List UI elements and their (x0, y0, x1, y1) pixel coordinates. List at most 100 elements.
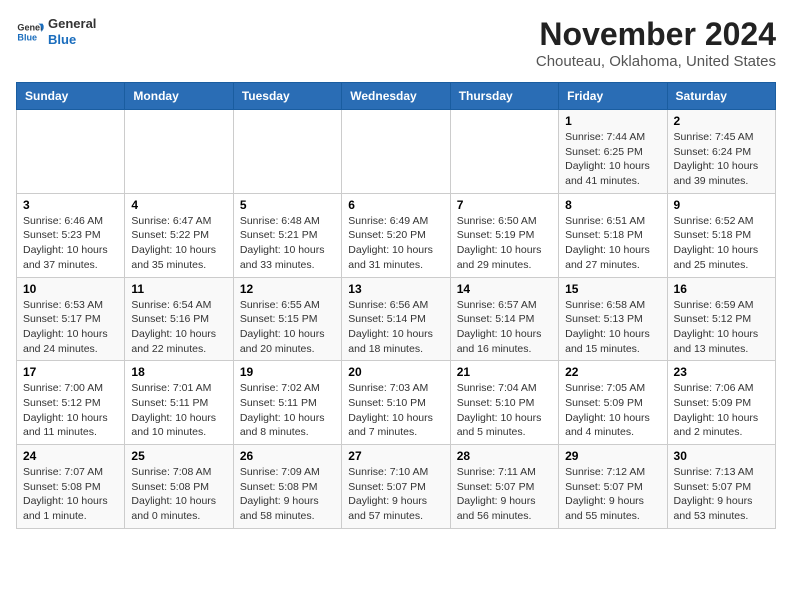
week-row-3: 10Sunrise: 6:53 AM Sunset: 5:17 PM Dayli… (17, 277, 776, 361)
day-cell: 29Sunrise: 7:12 AM Sunset: 5:07 PM Dayli… (559, 445, 667, 529)
weekday-header-wednesday: Wednesday (342, 83, 450, 110)
day-cell: 25 Sunrise: 7:08 AM Sunset: 5:08 PM Dayli… (125, 445, 233, 529)
day-number: 14 (457, 282, 552, 296)
week-row-2: 3 Sunrise: 6:46 AM Sunset: 5:23 PM Daylig… (17, 193, 776, 277)
day-number: 18 (131, 365, 226, 379)
logo: General Blue General Blue (16, 16, 96, 47)
weekday-row: SundayMondayTuesdayWednesdayThursdayFrid… (17, 83, 776, 110)
day-info: Sunrise: 7:02 AM Sunset: 5:11 PM Dayligh… (240, 381, 335, 440)
day-number: 6 (348, 198, 443, 212)
day-number: 1 (565, 114, 660, 128)
day-info: Sunrise: 7:05 AM Sunset: 5:09 PM Dayligh… (565, 381, 660, 440)
day-number: 13 (348, 282, 443, 296)
day-info: Sunrise: 7:00 AM Sunset: 5:12 PM Dayligh… (23, 381, 118, 440)
day-info: Sunrise: 7:11 AM Sunset: 5:07 PM Dayligh… (457, 465, 552, 524)
day-number: 24 (23, 449, 118, 463)
day-number: 25 (131, 449, 226, 463)
weekday-header-sunday: Sunday (17, 83, 125, 110)
day-info: Sunrise: 7:04 AM Sunset: 5:10 PM Dayligh… (457, 381, 552, 440)
day-cell: 27Sunrise: 7:10 AM Sunset: 5:07 PM Dayli… (342, 445, 450, 529)
day-cell: 9Sunrise: 6:52 AM Sunset: 5:18 PM Daylig… (667, 193, 775, 277)
day-cell: 1 Sunrise: 7:44 AM Sunset: 6:25 PM Daylig… (559, 110, 667, 194)
day-cell: 10Sunrise: 6:53 AM Sunset: 5:17 PM Dayli… (17, 277, 125, 361)
day-number: 21 (457, 365, 552, 379)
month-title: November 2024 (536, 16, 776, 53)
day-info: Sunrise: 6:52 AM Sunset: 5:18 PM Dayligh… (674, 214, 769, 273)
day-cell: 23 Sunrise: 7:06 AM Sunset: 5:09 PM Dayli… (667, 361, 775, 445)
day-number: 16 (674, 282, 769, 296)
day-cell: 11Sunrise: 6:54 AM Sunset: 5:16 PM Dayli… (125, 277, 233, 361)
day-info: Sunrise: 7:01 AM Sunset: 5:11 PM Dayligh… (131, 381, 226, 440)
weekday-header-thursday: Thursday (450, 83, 558, 110)
day-cell: 4 Sunrise: 6:47 AM Sunset: 5:22 PM Daylig… (125, 193, 233, 277)
calendar-table: SundayMondayTuesdayWednesdayThursdayFrid… (16, 82, 776, 529)
day-info: Sunrise: 6:47 AM Sunset: 5:22 PM Dayligh… (131, 214, 226, 273)
day-number: 2 (674, 114, 769, 128)
svg-text:Blue: Blue (17, 32, 37, 42)
day-number: 7 (457, 198, 552, 212)
weekday-header-monday: Monday (125, 83, 233, 110)
day-info: Sunrise: 6:59 AM Sunset: 5:12 PM Dayligh… (674, 298, 769, 357)
day-info: Sunrise: 7:44 AM Sunset: 6:25 PM Dayligh… (565, 130, 660, 189)
day-cell: 14 Sunrise: 6:57 AM Sunset: 5:14 PM Dayli… (450, 277, 558, 361)
calendar-header: SundayMondayTuesdayWednesdayThursdayFrid… (17, 83, 776, 110)
day-number: 20 (348, 365, 443, 379)
day-number: 8 (565, 198, 660, 212)
day-cell (342, 110, 450, 194)
day-cell: 24 Sunrise: 7:07 AM Sunset: 5:08 PM Dayli… (17, 445, 125, 529)
logo-icon: General Blue (16, 18, 44, 46)
week-row-1: 1 Sunrise: 7:44 AM Sunset: 6:25 PM Daylig… (17, 110, 776, 194)
day-cell: 13Sunrise: 6:56 AM Sunset: 5:14 PM Dayli… (342, 277, 450, 361)
day-cell: 5Sunrise: 6:48 AM Sunset: 5:21 PM Daylig… (233, 193, 341, 277)
day-number: 29 (565, 449, 660, 463)
day-info: Sunrise: 7:13 AM Sunset: 5:07 PM Dayligh… (674, 465, 769, 524)
day-cell (233, 110, 341, 194)
day-info: Sunrise: 7:45 AM Sunset: 6:24 PM Dayligh… (674, 130, 769, 189)
day-cell: 16 Sunrise: 6:59 AM Sunset: 5:12 PM Dayli… (667, 277, 775, 361)
day-info: Sunrise: 6:57 AM Sunset: 5:14 PM Dayligh… (457, 298, 552, 357)
day-info: Sunrise: 7:09 AM Sunset: 5:08 PM Dayligh… (240, 465, 335, 524)
day-number: 23 (674, 365, 769, 379)
day-number: 3 (23, 198, 118, 212)
day-cell: 19 Sunrise: 7:02 AM Sunset: 5:11 PM Dayli… (233, 361, 341, 445)
day-cell: 17 Sunrise: 7:00 AM Sunset: 5:12 PM Dayli… (17, 361, 125, 445)
day-info: Sunrise: 6:58 AM Sunset: 5:13 PM Dayligh… (565, 298, 660, 357)
day-cell: 28Sunrise: 7:11 AM Sunset: 5:07 PM Dayli… (450, 445, 558, 529)
logo-line1: General (48, 16, 96, 32)
day-cell: 12Sunrise: 6:55 AM Sunset: 5:15 PM Dayli… (233, 277, 341, 361)
day-number: 27 (348, 449, 443, 463)
day-number: 22 (565, 365, 660, 379)
weekday-header-friday: Friday (559, 83, 667, 110)
day-info: Sunrise: 7:07 AM Sunset: 5:08 PM Dayligh… (23, 465, 118, 524)
day-cell (17, 110, 125, 194)
day-info: Sunrise: 7:06 AM Sunset: 5:09 PM Dayligh… (674, 381, 769, 440)
day-cell (450, 110, 558, 194)
day-cell: 8Sunrise: 6:51 AM Sunset: 5:18 PM Daylig… (559, 193, 667, 277)
day-cell (125, 110, 233, 194)
day-cell: 22 Sunrise: 7:05 AM Sunset: 5:09 PM Dayli… (559, 361, 667, 445)
day-cell: 21 Sunrise: 7:04 AM Sunset: 5:10 PM Dayli… (450, 361, 558, 445)
day-number: 26 (240, 449, 335, 463)
day-cell: 30Sunrise: 7:13 AM Sunset: 5:07 PM Dayli… (667, 445, 775, 529)
day-number: 17 (23, 365, 118, 379)
weekday-header-saturday: Saturday (667, 83, 775, 110)
day-number: 19 (240, 365, 335, 379)
day-cell: 7 Sunrise: 6:50 AM Sunset: 5:19 PM Daylig… (450, 193, 558, 277)
day-info: Sunrise: 6:53 AM Sunset: 5:17 PM Dayligh… (23, 298, 118, 357)
day-cell: 18 Sunrise: 7:01 AM Sunset: 5:11 PM Dayli… (125, 361, 233, 445)
day-info: Sunrise: 6:48 AM Sunset: 5:21 PM Dayligh… (240, 214, 335, 273)
day-info: Sunrise: 7:08 AM Sunset: 5:08 PM Dayligh… (131, 465, 226, 524)
day-cell: 6Sunrise: 6:49 AM Sunset: 5:20 PM Daylig… (342, 193, 450, 277)
day-info: Sunrise: 6:46 AM Sunset: 5:23 PM Dayligh… (23, 214, 118, 273)
day-info: Sunrise: 6:50 AM Sunset: 5:19 PM Dayligh… (457, 214, 552, 273)
day-number: 4 (131, 198, 226, 212)
week-row-5: 24 Sunrise: 7:07 AM Sunset: 5:08 PM Dayli… (17, 445, 776, 529)
day-cell: 26 Sunrise: 7:09 AM Sunset: 5:08 PM Dayli… (233, 445, 341, 529)
logo-line2: Blue (48, 32, 76, 47)
weekday-header-tuesday: Tuesday (233, 83, 341, 110)
header: General Blue General Blue November 2024 … (16, 16, 776, 70)
day-number: 15 (565, 282, 660, 296)
day-cell: 2 Sunrise: 7:45 AM Sunset: 6:24 PM Daylig… (667, 110, 775, 194)
day-number: 11 (131, 282, 226, 296)
calendar-body: 1 Sunrise: 7:44 AM Sunset: 6:25 PM Daylig… (17, 110, 776, 529)
